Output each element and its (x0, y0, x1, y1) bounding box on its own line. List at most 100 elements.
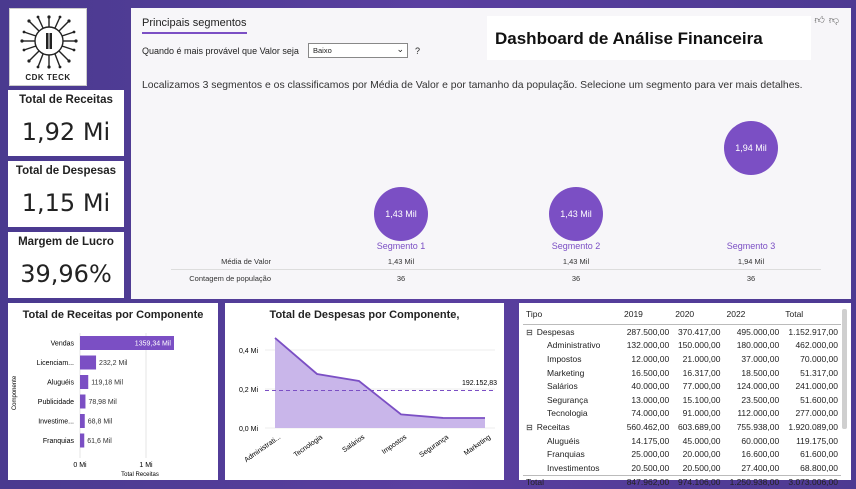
segment-2-media: 1,43 Mil (562, 257, 590, 266)
value-cell: 37.000,00 (741, 353, 780, 364)
value-cell: 16.600,00 (741, 449, 780, 460)
value-cell: 51.317,00 (800, 367, 838, 378)
row-label: Franquias (547, 449, 585, 460)
table-row[interactable]: Marketing 16.500,00 16.317,00 18.500,00 51.3… (523, 366, 841, 380)
value-cell: 25.000,00 (631, 449, 670, 460)
category-label: Tecnologia (293, 434, 325, 459)
bar[interactable] (80, 355, 97, 370)
value-cell: 21.000,00 (682, 353, 721, 364)
row-label-cell: Investimentos (523, 461, 621, 475)
table-row[interactable]: Tecnologia 74.000,00 91.000,00 112.000,00 27… (523, 407, 841, 421)
col-header-total[interactable]: Total (782, 305, 841, 325)
row-label-cell: Segurança (523, 393, 621, 407)
tab-principais-segmentos[interactable]: Principais segmentos (142, 17, 247, 34)
value-cell: 60.000,00 (741, 435, 780, 446)
bar[interactable] (80, 375, 89, 389)
data-label: 232,2 Mil (99, 360, 128, 367)
value-cell: 15.100,00 (682, 394, 721, 405)
total-value-cell: 3.073.006,00 (782, 474, 841, 489)
table-row[interactable]: Franquias 25.000,00 20.000,00 16.600,00 61.6… (523, 447, 841, 461)
col-header-tipo[interactable]: Tipo (523, 305, 621, 325)
segment-1-bubble[interactable]: 1,43 Mil (374, 187, 428, 241)
row-label-cell: Administrativo (523, 339, 621, 353)
col-header-2022[interactable]: 2022 (723, 305, 783, 325)
row-label-cell: Impostos (523, 352, 621, 366)
despesas-area-chart: 0,4 Mi 0,2 Mi 0,0 Mi 192.152,83 Administ… (239, 337, 497, 464)
table-scrollbar[interactable] (842, 309, 847, 429)
data-label: 119,18 Mil (91, 380, 123, 387)
kpi-value: 1,15 Mi (21, 189, 111, 217)
despesas-chart-panel: Total de Despesas por Componente, 0,4 Mi… (225, 303, 504, 480)
value-cell: 77.000,00 (682, 381, 721, 392)
value-select[interactable]: Baixo ⌄ (308, 43, 408, 58)
table-row[interactable]: ⊟ Receitas 560.462,00 603.689,00 755.938,00 1… (523, 420, 841, 434)
value-cell: 603.689,00 (677, 421, 721, 432)
total-value-cell: 1.250.938,00 (723, 474, 783, 489)
segments-panel: Principais segmentos Quando é mais prová… (131, 8, 851, 299)
select-value: Baixo (313, 46, 332, 55)
value-cell: 51.600,00 (800, 394, 838, 405)
value-cell: 180.000,00 (736, 340, 780, 351)
segment-3-contagem: 36 (746, 274, 756, 283)
collapse-toggle-icon[interactable]: ⊟ (526, 328, 533, 337)
value-cell: 150.000,00 (677, 340, 721, 351)
segment-2-bubble[interactable]: 1,43 Mil (549, 187, 603, 241)
divider (171, 269, 821, 270)
value-cell: 12.000,00 (631, 353, 670, 364)
row-label: Segurança (547, 394, 589, 405)
table-row[interactable]: ⊟ Despesas 287.500,00 370.417,00 495.000,00 1… (523, 325, 841, 339)
value-cell: 27.400,00 (741, 462, 780, 473)
question-mark: ? (415, 46, 421, 56)
value-cell: 755.938,00 (736, 421, 780, 432)
table-row[interactable]: Administrativo 132.000,00 150.000,00 180.00… (523, 339, 841, 353)
table-row[interactable]: Segurança 13.000,00 15.100,00 23.500,00 51.6… (523, 393, 841, 407)
bar[interactable] (80, 394, 86, 409)
kpi-title: Margem de Lucro (18, 236, 114, 248)
value-cell: 124.000,00 (736, 381, 780, 392)
bar[interactable] (80, 414, 85, 428)
kpi-title: Total de Despesas (15, 165, 117, 177)
row-label: Aluguéis (547, 435, 580, 446)
despesas-ytick-2: 0,0 Mi (239, 426, 259, 433)
value-cell: 560.462,00 (626, 421, 670, 432)
category-label: Vendas (51, 341, 75, 348)
table-row[interactable]: Aluguéis 14.175,00 45.000,00 60.000,00 119.1… (523, 434, 841, 448)
value-cell: 14.175,00 (631, 435, 670, 446)
segment-1-label[interactable]: Segmento 1 (361, 241, 441, 251)
segment-3-bubble[interactable]: 1,94 Mil (724, 121, 778, 175)
category-label: Licenciam... (37, 360, 74, 367)
thumbs-up-icon[interactable]: 👍︎ (814, 15, 828, 26)
row-label: Administrativo (547, 340, 601, 351)
kpi-total-despesas: Total de Despesas 1,15 Mi (8, 161, 124, 227)
area-fill (275, 337, 485, 428)
category-label: Franquias (43, 438, 75, 445)
table-row[interactable]: Investimentos 20.500,00 20.500,00 27.400,00… (523, 461, 841, 475)
value-cell: 119.175,00 (796, 435, 838, 446)
category-label: Salários (341, 434, 366, 455)
table-row[interactable]: Salários 40.000,00 77.000,00 124.000,00 241.… (523, 379, 841, 393)
row-label: Receitas (536, 421, 570, 432)
kpi-total-receitas: Total de Receitas 1,92 Mi (8, 90, 124, 156)
col-header-2020[interactable]: 2020 (672, 305, 724, 325)
table-row[interactable]: Impostos 12.000,00 21.000,00 37.000,00 70.00… (523, 352, 841, 366)
row-label: Tecnologia (547, 408, 588, 419)
value-cell: 370.417,00 (677, 326, 721, 337)
segment-1-media: 1,43 Mil (387, 257, 415, 266)
row-label-cell: Tecnologia (523, 407, 621, 421)
value-cell: 132.000,00 (626, 340, 670, 351)
category-label: Segurança (418, 434, 450, 459)
question-label: Quando é mais provável que Valor seja (142, 46, 299, 56)
col-header-2019[interactable]: 2019 (621, 305, 673, 325)
value-cell: 91.000,00 (682, 408, 721, 419)
feedback-icons: 👍︎👎︎ (814, 14, 843, 26)
thumbs-down-icon[interactable]: 👎︎ (829, 15, 843, 26)
segment-2-label[interactable]: Segmento 2 (536, 241, 616, 251)
segment-3-label[interactable]: Segmento 3 (711, 241, 791, 251)
despesas-avg-label: 192.152,83 (462, 380, 497, 387)
data-label: 78,98 Mil (88, 399, 117, 406)
kpi-value: 39,96% (20, 260, 112, 288)
value-cell: 16.500,00 (631, 367, 670, 378)
collapse-toggle-icon[interactable]: ⊟ (526, 423, 533, 432)
bar[interactable] (80, 433, 85, 448)
matrix-table-panel: Tipo 2019 2020 2022 Total ⊟ Despesas 287.5… (519, 303, 851, 489)
